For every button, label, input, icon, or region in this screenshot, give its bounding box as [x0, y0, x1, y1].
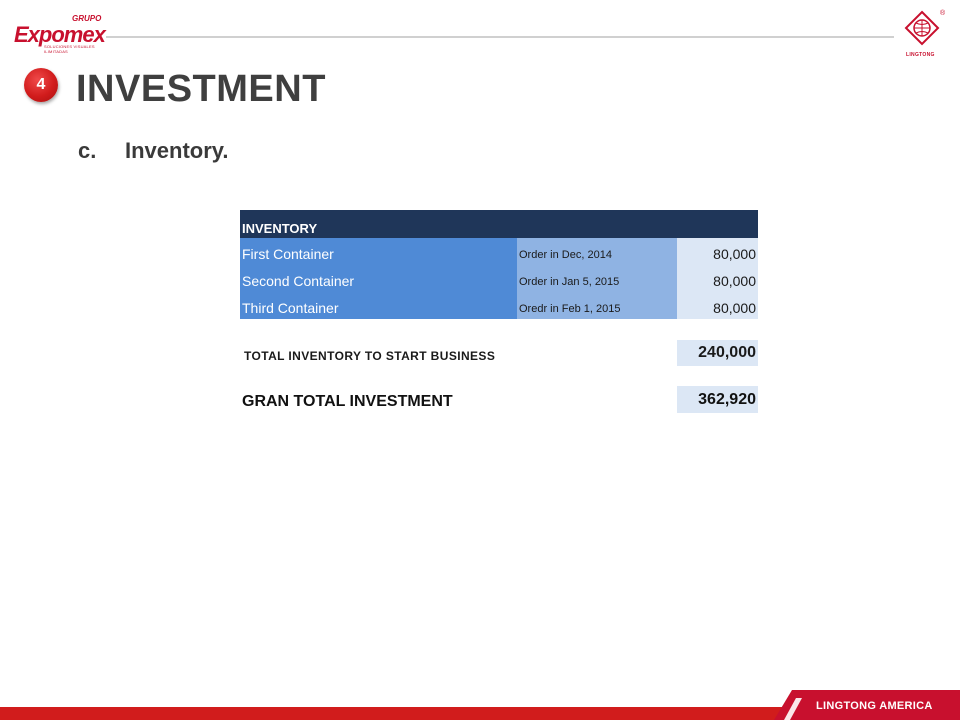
row-item-label: Second Container	[242, 273, 355, 289]
lingtong-emblem-icon	[904, 10, 940, 46]
table-row: Third Container Oredr in Feb 1, 2015 80,…	[240, 292, 758, 319]
footer-brand-tab: LINGTONG AMERICA	[774, 690, 960, 720]
header-divider	[106, 36, 894, 38]
grand-total-cell: 362,920	[677, 386, 758, 413]
registered-mark: ®	[940, 10, 946, 17]
row-amount: 80,000	[713, 246, 756, 262]
lingtong-logo-name: LINGTONG	[906, 52, 935, 58]
row-order-text: Order in Dec, 2014	[519, 249, 612, 261]
row-item-label: Third Container	[242, 300, 339, 316]
table-header-row: INVENTORY	[240, 210, 758, 238]
logo-tagline: SOLUCIONES VISUALES ILIMITADAS	[44, 44, 95, 54]
subsection-label: Inventory.	[125, 138, 229, 163]
grand-total-label: GRAN TOTAL INVESTMENT	[242, 393, 453, 410]
footer-label: LINGTONG AMERICA	[816, 700, 933, 712]
subsection-title: c. Inventory.	[78, 138, 229, 164]
lingtong-logo: ® LINGTONG	[898, 6, 950, 62]
table-row: First Container Order in Dec, 2014 80,00…	[240, 238, 758, 265]
total-inventory-cell: 240,000	[677, 340, 758, 366]
total-inventory-value: 240,000	[698, 344, 756, 361]
row-amount: 80,000	[713, 273, 756, 289]
page-title: INVESTMENT	[76, 68, 326, 110]
row-order-text: Oredr in Feb 1, 2015	[519, 303, 621, 315]
expomex-logo: GRUPO Expomex SOLUCIONES VISUALES ILIMIT…	[14, 10, 106, 54]
table-row: Second Container Order in Jan 5, 2015 80…	[240, 265, 758, 292]
row-amount: 80,000	[713, 300, 756, 316]
row-item-label: First Container	[242, 246, 334, 262]
section-number-badge: 4	[24, 68, 58, 102]
subsection-letter: c.	[78, 138, 97, 163]
table-header-label: INVENTORY	[242, 221, 318, 236]
grand-total-value: 362,920	[698, 391, 756, 408]
row-order-text: Order in Jan 5, 2015	[519, 276, 620, 288]
total-inventory-label: TOTAL INVENTORY TO START BUSINESS	[244, 349, 496, 363]
